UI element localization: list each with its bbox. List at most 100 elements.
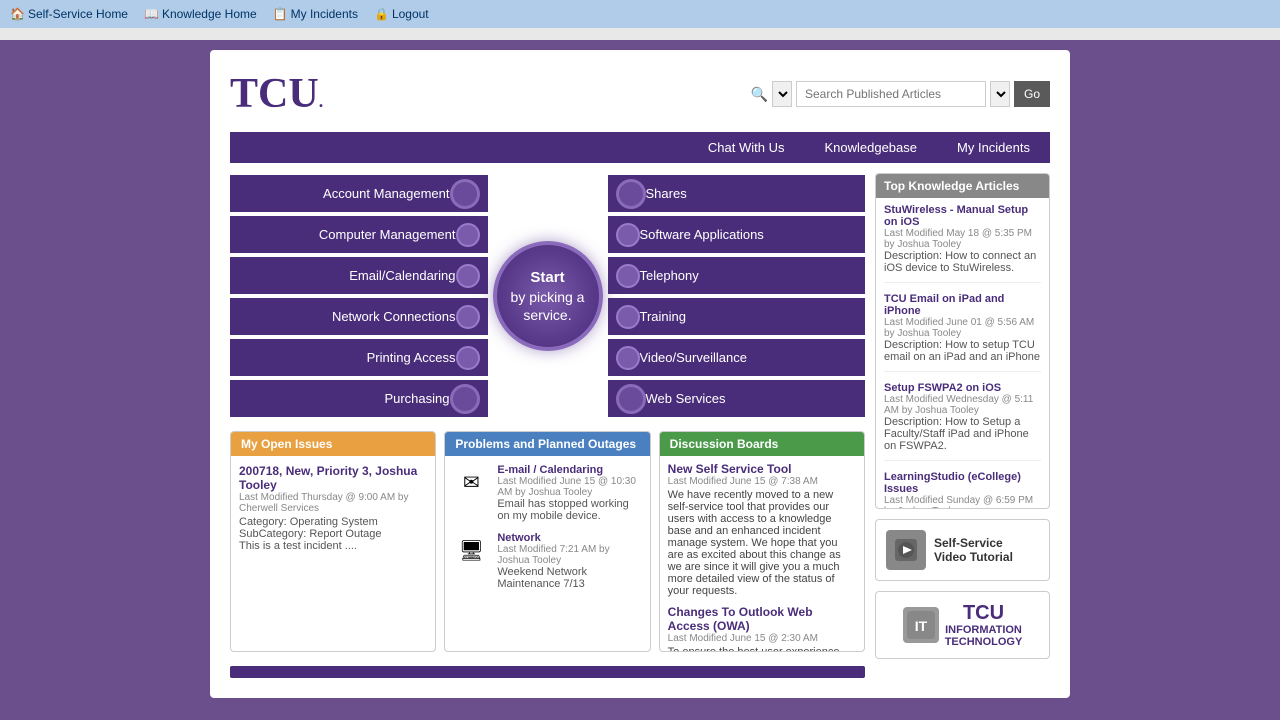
service-shares[interactable]: Shares (608, 175, 866, 212)
connector-circle (450, 179, 480, 209)
discussion-item-2: Changes To Outlook Web Access (OWA) Last… (668, 605, 856, 651)
connector-circle (456, 223, 480, 247)
tcu-it-tech: TECHNOLOGY (945, 636, 1023, 648)
connector-circle (616, 305, 640, 329)
service-email-calendaring[interactable]: Email/Calendaring (230, 257, 488, 294)
connector-circle (450, 384, 480, 414)
problem-network-text: Network Last Modified 7:21 AM by Joshua … (497, 532, 641, 590)
main-container: TCU. 🔍 ▼ ▼ Go Chat With Us Knowledgebase… (210, 50, 1070, 698)
right-sidebar: Top Knowledge Articles StuWireless - Man… (875, 173, 1050, 678)
tcu-it-name: TCU (945, 602, 1023, 624)
service-telephony[interactable]: Telephony (608, 257, 866, 294)
my-incidents-link[interactable]: 📋 My Incidents (273, 7, 358, 21)
connector-circle (616, 179, 646, 209)
clipboard-icon: 📋 (273, 7, 288, 21)
kb-title-4[interactable]: LearningStudio (eCollege) Issues (884, 471, 1041, 495)
problem-email-title[interactable]: E-mail / Calendaring (497, 464, 641, 476)
problems-header: Problems and Planned Outages (445, 432, 649, 456)
issue-meta: Last Modified Thursday @ 9:00 AM by Cher… (239, 492, 427, 514)
service-video-surveillance[interactable]: Video/Surveillance (608, 339, 866, 376)
tcu-logo: TCU. (230, 70, 323, 118)
main-area: Account Management Computer Management E… (230, 173, 865, 678)
network-icon: 🖥 (453, 532, 489, 568)
picking-label: by picking a (511, 288, 585, 306)
issue-description: This is a test incident .... (239, 540, 427, 552)
search-input[interactable] (796, 81, 986, 107)
knowledge-home-link[interactable]: 📖 Knowledge Home (144, 7, 257, 21)
problems-panel: Problems and Planned Outages ✉ E-mail / … (444, 431, 650, 652)
disc-body-1: We have recently moved to a new self-ser… (668, 489, 856, 597)
open-issues-content: 200718, New, Priority 3, Joshua Tooley L… (231, 456, 435, 636)
nav-incidents-link[interactable]: My Incidents (937, 132, 1050, 163)
kb-item-2: TCU Email on iPad and iPhone Last Modifi… (884, 293, 1041, 372)
problem-network-desc: Weekend Network Maintenance 7/13 (497, 566, 641, 590)
disc-meta-1: Last Modified June 15 @ 7:38 AM (668, 476, 856, 487)
footer-bar (230, 666, 865, 678)
kb-item-1: StuWireless - Manual Setup on iOS Last M… (884, 204, 1041, 283)
connector-circle (616, 346, 640, 370)
service-printing-access[interactable]: Printing Access (230, 339, 488, 376)
connector-circle (616, 264, 640, 288)
gray-strip (0, 28, 1280, 40)
service-training[interactable]: Training (608, 298, 866, 335)
disc-title-2[interactable]: Changes To Outlook Web Access (OWA) (668, 605, 856, 633)
start-circle[interactable]: Start by picking a service. (493, 241, 603, 351)
video-tutorial[interactable]: Self-ServiceVideo Tutorial (875, 519, 1050, 581)
kb-title-3[interactable]: Setup FSWPA2 on iOS (884, 382, 1041, 394)
logout-link[interactable]: 🔒 Logout (374, 7, 429, 21)
problem-item-network: 🖥 Network Last Modified 7:21 AM by Joshu… (453, 532, 641, 590)
search-filter-dropdown[interactable]: ▼ (990, 81, 1010, 107)
kb-title-1[interactable]: StuWireless - Manual Setup on iOS (884, 204, 1041, 228)
issue-title[interactable]: 200718, New, Priority 3, Joshua Tooley (239, 464, 427, 492)
discussion-panel: Discussion Boards New Self Service Tool … (659, 431, 865, 652)
service-purchasing[interactable]: Purchasing (230, 380, 488, 417)
connector-circle (616, 223, 640, 247)
problems-content: ✉ E-mail / Calendaring Last Modified Jun… (445, 456, 649, 636)
nav-knowledgebase-link[interactable]: Knowledgebase (804, 132, 937, 163)
open-issues-panel: My Open Issues 200718, New, Priority 3, … (230, 431, 436, 652)
lock-icon: 🔒 (374, 7, 389, 21)
kb-desc-2: Description: How to setup TCU email on a… (884, 339, 1041, 363)
service-network-connections[interactable]: Network Connections (230, 298, 488, 335)
connector-circle (616, 384, 646, 414)
start-label: Start (511, 268, 585, 288)
connector-circle (456, 264, 480, 288)
top-bar: 🏠 Self-Service Home 📖 Knowledge Home 📋 M… (0, 0, 1280, 28)
service-grid: Account Management Computer Management E… (230, 173, 865, 419)
service-computer-management[interactable]: Computer Management (230, 216, 488, 253)
problem-network-title[interactable]: Network (497, 532, 641, 544)
self-service-home-link[interactable]: 🏠 Self-Service Home (10, 7, 128, 21)
service-right-column: Shares Software Applications Telephony T… (608, 173, 866, 419)
svg-text:IT: IT (914, 618, 927, 634)
kb-desc-3: Description: How to Setup a Faculty/Staf… (884, 416, 1041, 452)
tcu-it-icon: IT (903, 607, 939, 643)
kb-desc-1: Description: How to connect an iOS devic… (884, 250, 1041, 274)
issue-category: Category: Operating System (239, 516, 427, 528)
service-label: service. (511, 306, 585, 324)
connector-circle (456, 346, 480, 370)
nav-chat-link[interactable]: Chat With Us (688, 132, 805, 163)
service-center: Start by picking a service. (488, 173, 608, 419)
problem-email-desc: Email has stopped working on my mobile d… (497, 498, 641, 522)
problem-email-meta: Last Modified June 15 @ 10:30 AM by Josh… (497, 476, 641, 498)
home-icon: 🏠 (10, 7, 25, 21)
service-web-services[interactable]: Web Services (608, 380, 866, 417)
service-account-management[interactable]: Account Management (230, 175, 488, 212)
kb-content: StuWireless - Manual Setup on iOS Last M… (876, 198, 1049, 508)
video-tutorial-label: Self-ServiceVideo Tutorial (934, 536, 1013, 564)
kb-panel: Top Knowledge Articles StuWireless - Man… (875, 173, 1050, 509)
search-area: 🔍 ▼ ▼ Go (751, 81, 1050, 107)
search-type-dropdown[interactable]: ▼ (772, 81, 792, 107)
connector-circle (456, 305, 480, 329)
bottom-panels: My Open Issues 200718, New, Priority 3, … (230, 431, 865, 652)
tcu-it-info: INFORMATION (945, 624, 1023, 636)
search-go-button[interactable]: Go (1014, 81, 1050, 107)
service-software-applications[interactable]: Software Applications (608, 216, 866, 253)
kb-item-4: LearningStudio (eCollege) Issues Last Mo… (884, 471, 1041, 508)
content-area: Account Management Computer Management E… (230, 173, 1050, 678)
kb-title-2[interactable]: TCU Email on iPad and iPhone (884, 293, 1041, 317)
discussion-content: New Self Service Tool Last Modified June… (660, 456, 864, 651)
search-icon[interactable]: 🔍 (751, 86, 768, 103)
book-icon: 📖 (144, 7, 159, 21)
disc-title-1[interactable]: New Self Service Tool (668, 462, 856, 476)
